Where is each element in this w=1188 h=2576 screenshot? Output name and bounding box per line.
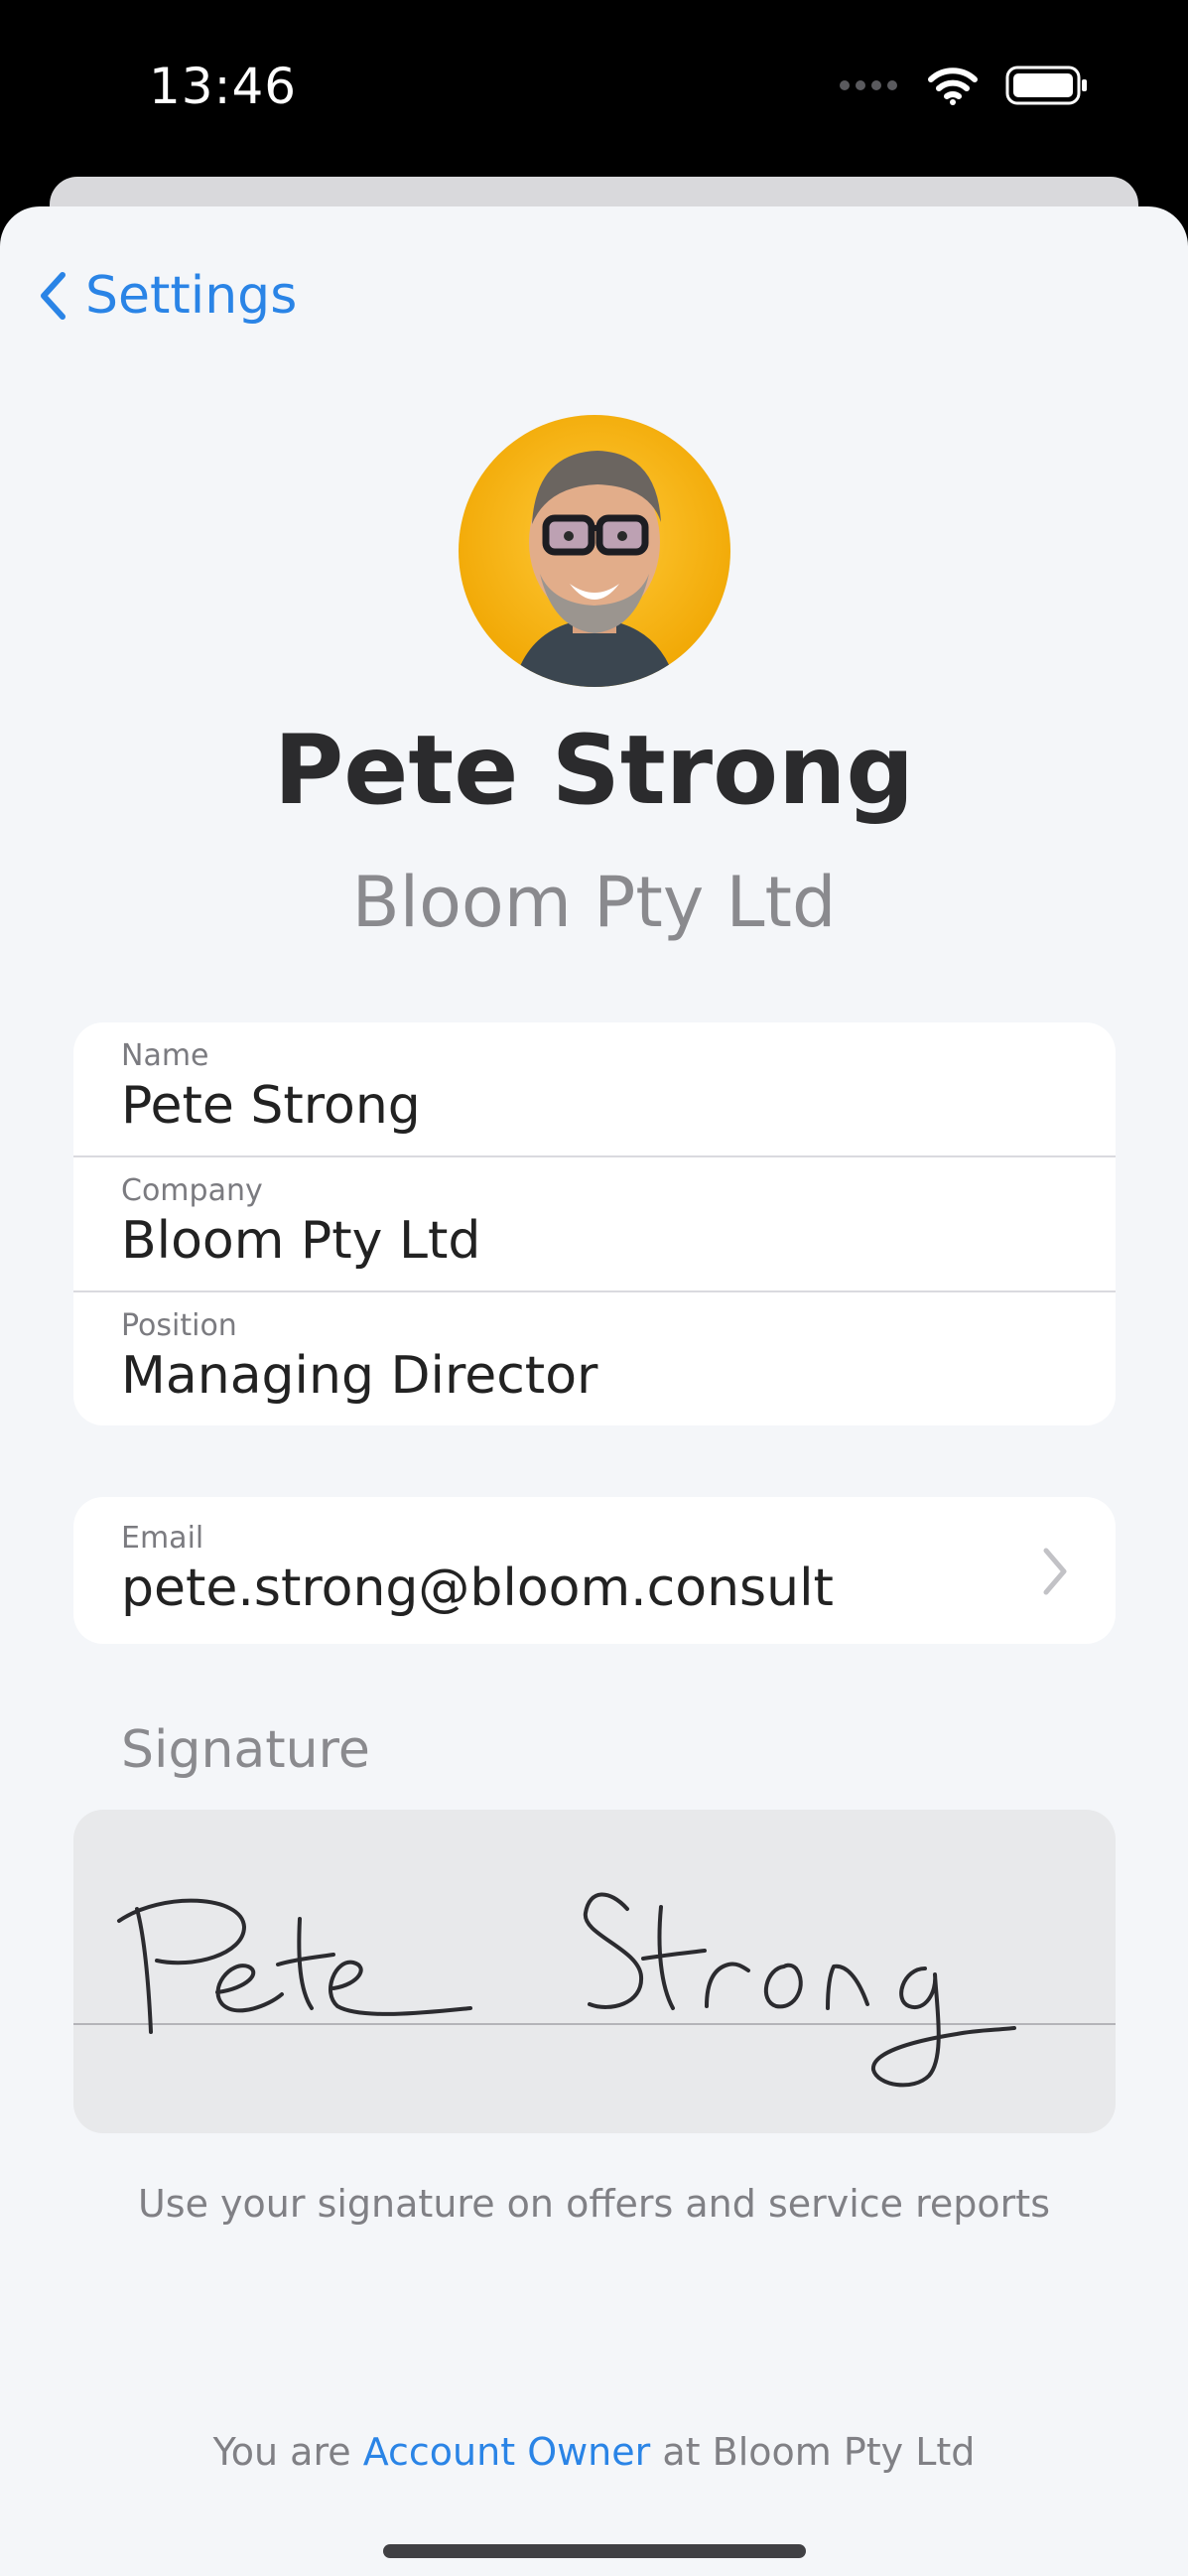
chevron-right-icon <box>1043 1548 1067 1595</box>
signature-drawing <box>73 1892 1116 2088</box>
home-indicator[interactable] <box>383 2544 806 2558</box>
avatar-portrait-icon <box>459 415 730 687</box>
profile-sheet: Settings Pete Strong Bloom Pty Ltd Name … <box>0 206 1188 2576</box>
battery-icon <box>1005 66 1087 105</box>
status-bar: 13:46 <box>0 0 1188 179</box>
email-label: Email <box>121 1521 204 1556</box>
account-role-footer: You are Account Owner at Bloom Pty Ltd <box>0 2430 1188 2474</box>
company-label: Company <box>121 1173 263 1208</box>
wifi-icon <box>928 68 978 105</box>
name-field[interactable]: Name Pete Strong <box>73 1022 1116 1155</box>
avatar[interactable] <box>459 415 730 687</box>
back-button[interactable]: Settings <box>38 266 297 326</box>
position-field[interactable]: Position Managing Director <box>73 1290 1116 1425</box>
footer-prefix: You are <box>212 2430 363 2474</box>
signature-pad[interactable] <box>73 1810 1116 2133</box>
cellular-signal-icon <box>840 80 897 90</box>
signature-caption: Use your signature on offers and service… <box>137 2182 1050 2226</box>
email-row[interactable]: Email pete.strong@bloom.consult <box>73 1497 1116 1644</box>
details-card: Name Pete Strong Company Bloom Pty Ltd P… <box>73 1022 1116 1425</box>
profile-name: Pete Strong <box>273 715 915 826</box>
profile-company: Bloom Pty Ltd <box>351 862 837 943</box>
footer-suffix: at Bloom Pty Ltd <box>650 2430 976 2474</box>
email-value: pete.strong@bloom.consult <box>121 1559 834 1618</box>
company-field[interactable]: Company Bloom Pty Ltd <box>73 1155 1116 1290</box>
chevron-left-icon <box>41 272 66 320</box>
status-icons <box>839 66 1089 105</box>
signature-section-title: Signature <box>121 1720 370 1780</box>
status-time: 13:46 <box>149 58 298 115</box>
company-value: Bloom Pty Ltd <box>121 1211 481 1271</box>
position-label: Position <box>121 1308 237 1343</box>
position-value: Managing Director <box>121 1346 598 1406</box>
name-value: Pete Strong <box>121 1076 421 1136</box>
name-label: Name <box>121 1038 209 1073</box>
back-label: Settings <box>85 266 298 326</box>
email-card: Email pete.strong@bloom.consult <box>73 1497 1116 1644</box>
account-owner-link[interactable]: Account Owner <box>363 2430 651 2474</box>
